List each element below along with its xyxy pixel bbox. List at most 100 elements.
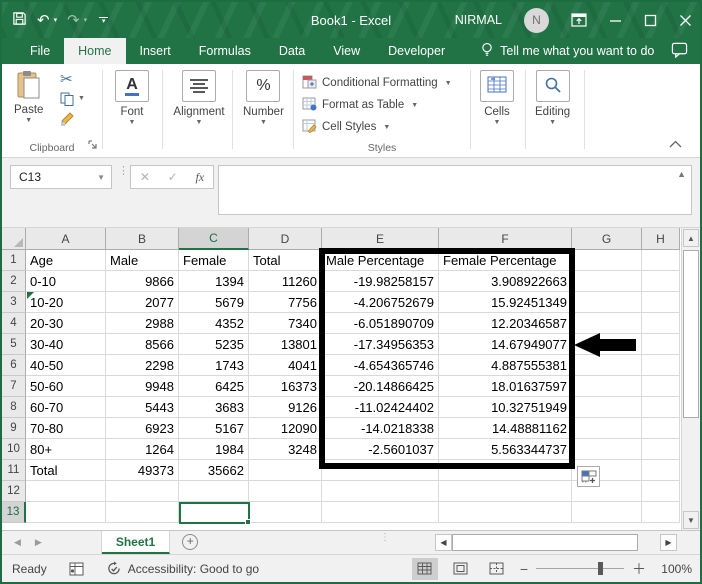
cell-A5[interactable]: 30-40 xyxy=(26,334,106,355)
zoom-in-icon[interactable]: ＋ xyxy=(632,559,646,579)
copy-icon[interactable] xyxy=(60,92,74,109)
page-layout-view-button[interactable] xyxy=(448,558,474,580)
cell-A1[interactable]: Age xyxy=(26,250,106,271)
zoom-level[interactable]: 100% xyxy=(656,562,692,576)
accessibility-icon[interactable] xyxy=(106,561,122,576)
cell-D11[interactable] xyxy=(249,460,322,481)
cell-H8[interactable] xyxy=(642,397,680,418)
horizontal-scrollbar[interactable]: ◀ ▶ xyxy=(435,534,677,551)
cell-C3[interactable]: 5679 xyxy=(179,292,249,313)
column-header-D[interactable]: D xyxy=(249,228,322,250)
cell-G4[interactable] xyxy=(572,313,642,334)
close-button[interactable] xyxy=(679,14,692,27)
cell-C1[interactable]: Female xyxy=(179,250,249,271)
cell-F7[interactable]: 18.01637597 xyxy=(439,376,572,397)
cell-E6[interactable]: -4.654365746 xyxy=(322,355,439,376)
column-header-C[interactable]: C xyxy=(179,228,249,250)
cell-D13[interactable] xyxy=(249,502,322,523)
horizontal-scroll-thumb[interactable] xyxy=(452,534,638,551)
scroll-left-icon[interactable]: ◀ xyxy=(435,534,452,551)
cell-A2[interactable]: 0-10 xyxy=(26,271,106,292)
paste-button[interactable]: Paste ▼ xyxy=(14,70,43,124)
page-break-view-button[interactable] xyxy=(484,558,510,580)
vertical-scrollbar[interactable]: ▲ ▼ xyxy=(681,228,700,530)
tab-file[interactable]: File xyxy=(16,38,64,64)
collapse-ribbon-icon[interactable] xyxy=(669,139,682,151)
cell-E5[interactable]: -17.34956353 xyxy=(322,334,439,355)
tab-view[interactable]: View xyxy=(319,38,374,64)
row-header-13[interactable]: 13 xyxy=(2,502,26,523)
cell-E2[interactable]: -19.98258157 xyxy=(322,271,439,292)
cell-H1[interactable] xyxy=(642,250,680,271)
editing-button[interactable]: Editing ▼ xyxy=(535,70,570,126)
clipboard-dialog-launcher-icon[interactable] xyxy=(88,140,98,153)
fill-handle[interactable] xyxy=(245,519,251,525)
cell-B13[interactable] xyxy=(106,502,179,523)
cell-B1[interactable]: Male xyxy=(106,250,179,271)
confirm-entry-icon[interactable]: ✓ xyxy=(168,170,178,184)
row-header-3[interactable]: 3 xyxy=(2,292,26,313)
selected-cell-outline[interactable] xyxy=(179,502,250,524)
cell-F1[interactable]: Female Percentage xyxy=(439,250,572,271)
cell-F6[interactable]: 4.887555381 xyxy=(439,355,572,376)
column-header-B[interactable]: B xyxy=(106,228,179,250)
cell-A4[interactable]: 20-30 xyxy=(26,313,106,334)
signed-in-user[interactable]: NIRMAL xyxy=(455,13,502,27)
cell-B2[interactable]: 9866 xyxy=(106,271,179,292)
cell-E13[interactable] xyxy=(322,502,439,523)
cell-D10[interactable]: 3248 xyxy=(249,439,322,460)
scroll-down-icon[interactable]: ▼ xyxy=(683,511,699,529)
cell-C6[interactable]: 1743 xyxy=(179,355,249,376)
column-header-H[interactable]: H xyxy=(642,228,680,250)
cell-F8[interactable]: 10.32751949 xyxy=(439,397,572,418)
autofill-options-button[interactable] xyxy=(577,466,600,487)
tabsbar-drag-handle[interactable]: ⋮ xyxy=(380,535,390,540)
cell-G2[interactable] xyxy=(572,271,642,292)
collapse-formula-bar-icon[interactable]: ▲ xyxy=(677,169,686,179)
cell-D2[interactable]: 11260 xyxy=(249,271,322,292)
cell-G6[interactable] xyxy=(572,355,642,376)
customize-qat-icon[interactable]: ▾ xyxy=(99,17,108,24)
cell-A9[interactable]: 70-80 xyxy=(26,418,106,439)
cell-D4[interactable]: 7340 xyxy=(249,313,322,334)
cell-C8[interactable]: 3683 xyxy=(179,397,249,418)
tab-developer[interactable]: Developer xyxy=(374,38,459,64)
zoom-slider[interactable]: − ＋ xyxy=(520,559,646,579)
tab-data[interactable]: Data xyxy=(265,38,319,64)
cell-E12[interactable] xyxy=(322,481,439,502)
normal-view-button[interactable] xyxy=(412,558,438,580)
row-header-5[interactable]: 5 xyxy=(2,334,26,355)
select-all-corner[interactable] xyxy=(2,228,26,250)
cell-H2[interactable] xyxy=(642,271,680,292)
cell-C10[interactable]: 1984 xyxy=(179,439,249,460)
vertical-scroll-thumb[interactable] xyxy=(683,250,699,418)
row-header-11[interactable]: 11 xyxy=(2,460,26,481)
cell-G8[interactable] xyxy=(572,397,642,418)
cell-B6[interactable]: 2298 xyxy=(106,355,179,376)
cell-F9[interactable]: 14.48881162 xyxy=(439,418,572,439)
cell-H4[interactable] xyxy=(642,313,680,334)
tab-formulas[interactable]: Formulas xyxy=(185,38,265,64)
cell-H11[interactable] xyxy=(642,460,680,481)
cell-C5[interactable]: 5235 xyxy=(179,334,249,355)
cell-D12[interactable] xyxy=(249,481,322,502)
tab-insert[interactable]: Insert xyxy=(126,38,185,64)
cell-C9[interactable]: 5167 xyxy=(179,418,249,439)
cell-A12[interactable] xyxy=(26,481,106,502)
undo-dropdown-icon[interactable]: ▾ xyxy=(54,17,58,24)
cell-C11[interactable]: 35662 xyxy=(179,460,249,481)
cell-D9[interactable]: 12090 xyxy=(249,418,322,439)
prev-sheet-icon[interactable]: ◀ xyxy=(14,537,21,548)
zoom-out-icon[interactable]: − xyxy=(520,561,528,577)
cell-F10[interactable]: 5.563344737 xyxy=(439,439,572,460)
cell-G13[interactable] xyxy=(572,502,642,523)
cut-icon[interactable]: ✂ xyxy=(60,70,73,88)
cell-F12[interactable] xyxy=(439,481,572,502)
minimize-button[interactable] xyxy=(609,14,622,27)
name-box[interactable]: C13 ▼ xyxy=(10,165,112,189)
font-button[interactable]: A Font ▼ xyxy=(115,70,149,126)
ribbon-display-options-icon[interactable] xyxy=(571,13,587,27)
save-icon[interactable] xyxy=(12,11,27,29)
cell-F13[interactable] xyxy=(439,502,572,523)
cell-G1[interactable] xyxy=(572,250,642,271)
